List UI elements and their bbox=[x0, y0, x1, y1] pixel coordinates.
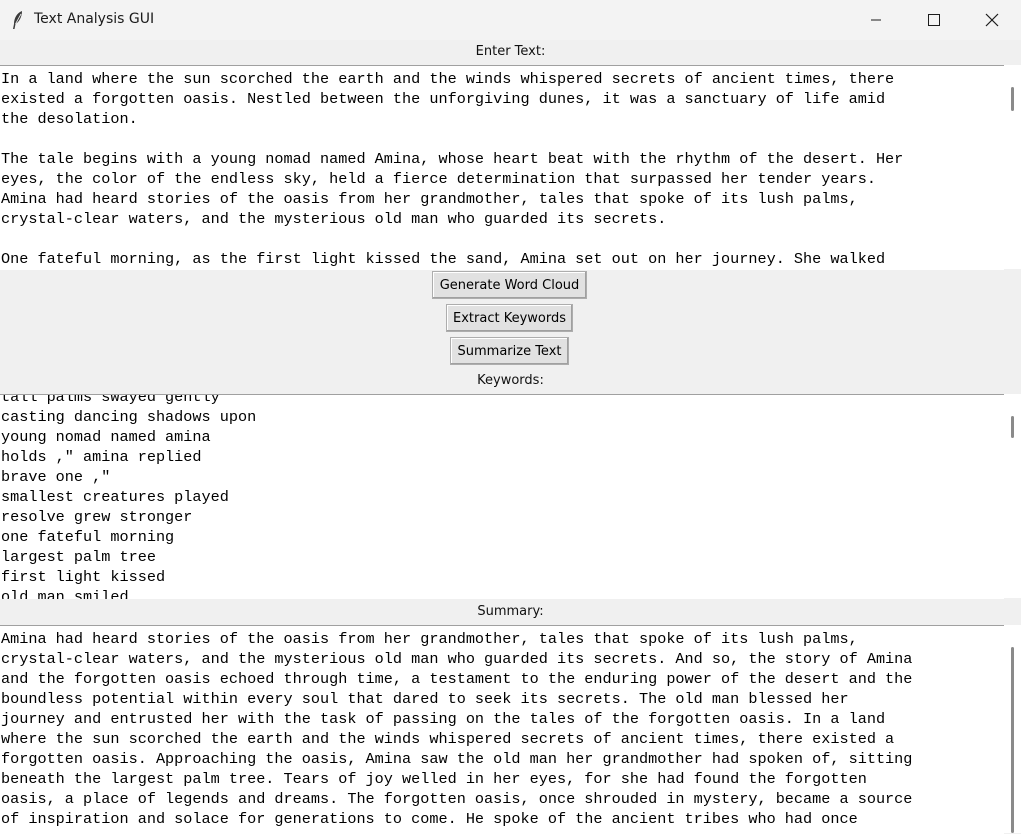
extract-keywords-button[interactable]: Extract Keywords bbox=[446, 304, 573, 332]
summary-scroll-thumb[interactable] bbox=[1011, 647, 1014, 833]
close-icon bbox=[985, 13, 999, 27]
maximize-icon bbox=[928, 14, 940, 26]
summary-text-content: Amina had heard stories of the oasis fro… bbox=[1, 630, 913, 828]
window-title: Text Analysis GUI bbox=[34, 11, 155, 27]
summary-scrollbar[interactable] bbox=[1004, 625, 1021, 833]
generate-word-cloud-button[interactable]: Generate Word Cloud bbox=[432, 271, 587, 299]
summary-text-area[interactable]: Amina had heard stories of the oasis fro… bbox=[0, 625, 1004, 834]
input-text-area[interactable]: In a land where the sun scorched the ear… bbox=[0, 65, 1004, 270]
keywords-label: Keywords: bbox=[477, 373, 544, 388]
keywords-scrollbar[interactable] bbox=[1004, 394, 1021, 598]
title-bar: Text Analysis GUI bbox=[0, 0, 1021, 40]
minimize-icon bbox=[871, 19, 881, 21]
input-scrollbar[interactable] bbox=[1004, 65, 1021, 269]
close-button[interactable] bbox=[963, 0, 1021, 40]
minimize-button[interactable] bbox=[847, 0, 905, 40]
keywords-text-content: tall palms swayed gently casting dancing… bbox=[1, 394, 257, 599]
enter-text-label: Enter Text: bbox=[475, 44, 546, 59]
keywords-scroll-thumb[interactable] bbox=[1011, 416, 1014, 438]
feather-icon bbox=[13, 11, 22, 29]
input-scroll-thumb[interactable] bbox=[1011, 87, 1014, 111]
summary-label: Summary: bbox=[477, 604, 544, 619]
input-text-content: In a land where the sun scorched the ear… bbox=[1, 70, 904, 268]
summarize-text-button[interactable]: Summarize Text bbox=[450, 337, 569, 365]
maximize-button[interactable] bbox=[905, 0, 963, 40]
keywords-text-area[interactable]: tall palms swayed gently casting dancing… bbox=[0, 394, 1004, 599]
